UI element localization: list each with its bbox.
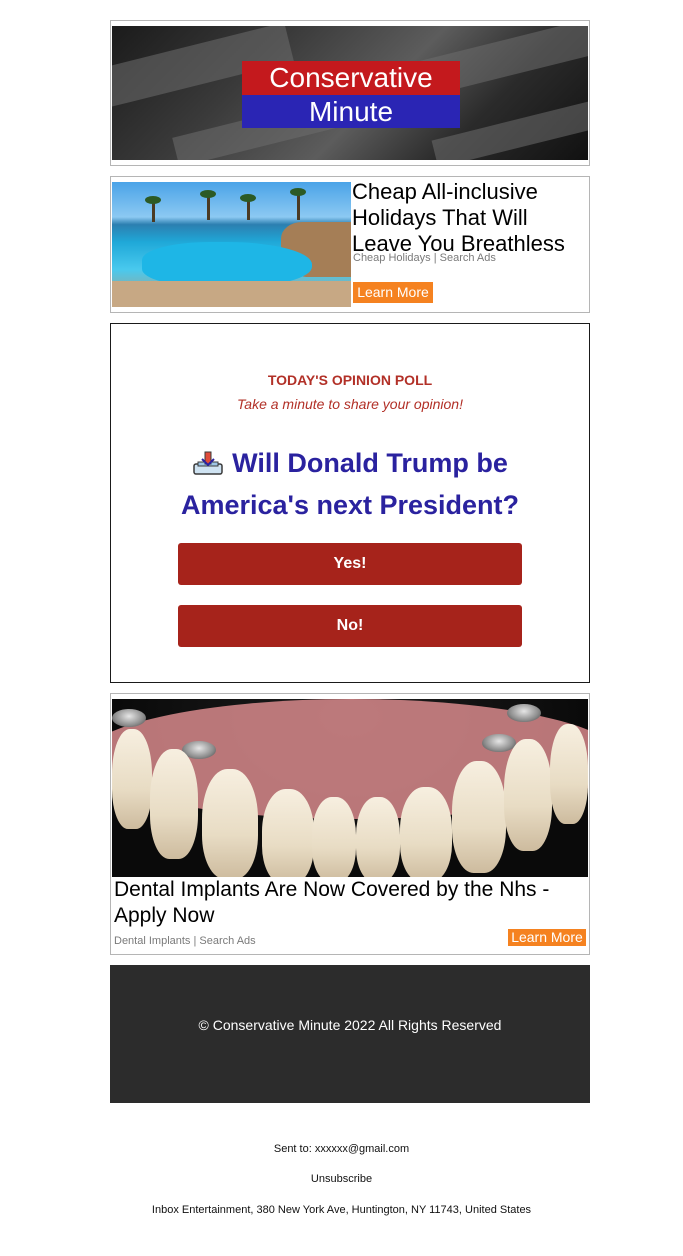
learn-more-button[interactable]: Learn More: [508, 929, 586, 946]
holiday-ad[interactable]: Cheap All-inclusive Holidays That Will L…: [110, 176, 590, 313]
ad-source: Cheap Holidays | Search Ads: [353, 252, 496, 264]
poll-question: Will Donald Trump be America's next Pres…: [151, 442, 549, 526]
resort-pool-image[interactable]: [112, 182, 351, 307]
footer: © Conservative Minute 2022 All Rights Re…: [110, 965, 590, 1103]
logo-line-2: Minute: [242, 95, 460, 128]
poll-kicker: TODAY'S OPINION POLL: [267, 372, 433, 388]
poll-subtitle: Take a minute to share your opinion!: [237, 396, 463, 412]
unsubscribe-link[interactable]: Unsubscribe: [0, 1173, 683, 1185]
ad-source: Dental Implants | Search Ads: [114, 935, 256, 947]
copyright-text: © Conservative Minute 2022 All Rights Re…: [198, 1017, 502, 1033]
sent-to-text: Sent to: xxxxxx@gmail.com: [273, 1143, 410, 1155]
ad-headline[interactable]: Cheap All-inclusive Holidays That Will L…: [352, 179, 588, 257]
header-banner[interactable]: Conservative Minute: [110, 20, 590, 166]
learn-more-button[interactable]: Learn More: [353, 282, 433, 303]
logo-line-1: Conservative: [242, 61, 460, 95]
dental-implant-image[interactable]: [112, 699, 588, 877]
vote-yes-button[interactable]: Yes!: [178, 543, 522, 585]
newspaper-background-image: Conservative Minute: [112, 26, 588, 160]
sender-address: Inbox Entertainment, 380 New York Ave, H…: [151, 1204, 532, 1216]
dental-implants-ad[interactable]: Dental Implants Are Now Covered by the N…: [110, 693, 590, 955]
ballot-box-icon: [193, 451, 223, 475]
ad-headline[interactable]: Dental Implants Are Now Covered by the N…: [114, 877, 586, 929]
vote-no-button[interactable]: No!: [178, 605, 522, 647]
opinion-poll: TODAY'S OPINION POLL Take a minute to sh…: [110, 323, 590, 683]
poll-question-text: Will Donald Trump be America's next Pres…: [180, 448, 520, 520]
